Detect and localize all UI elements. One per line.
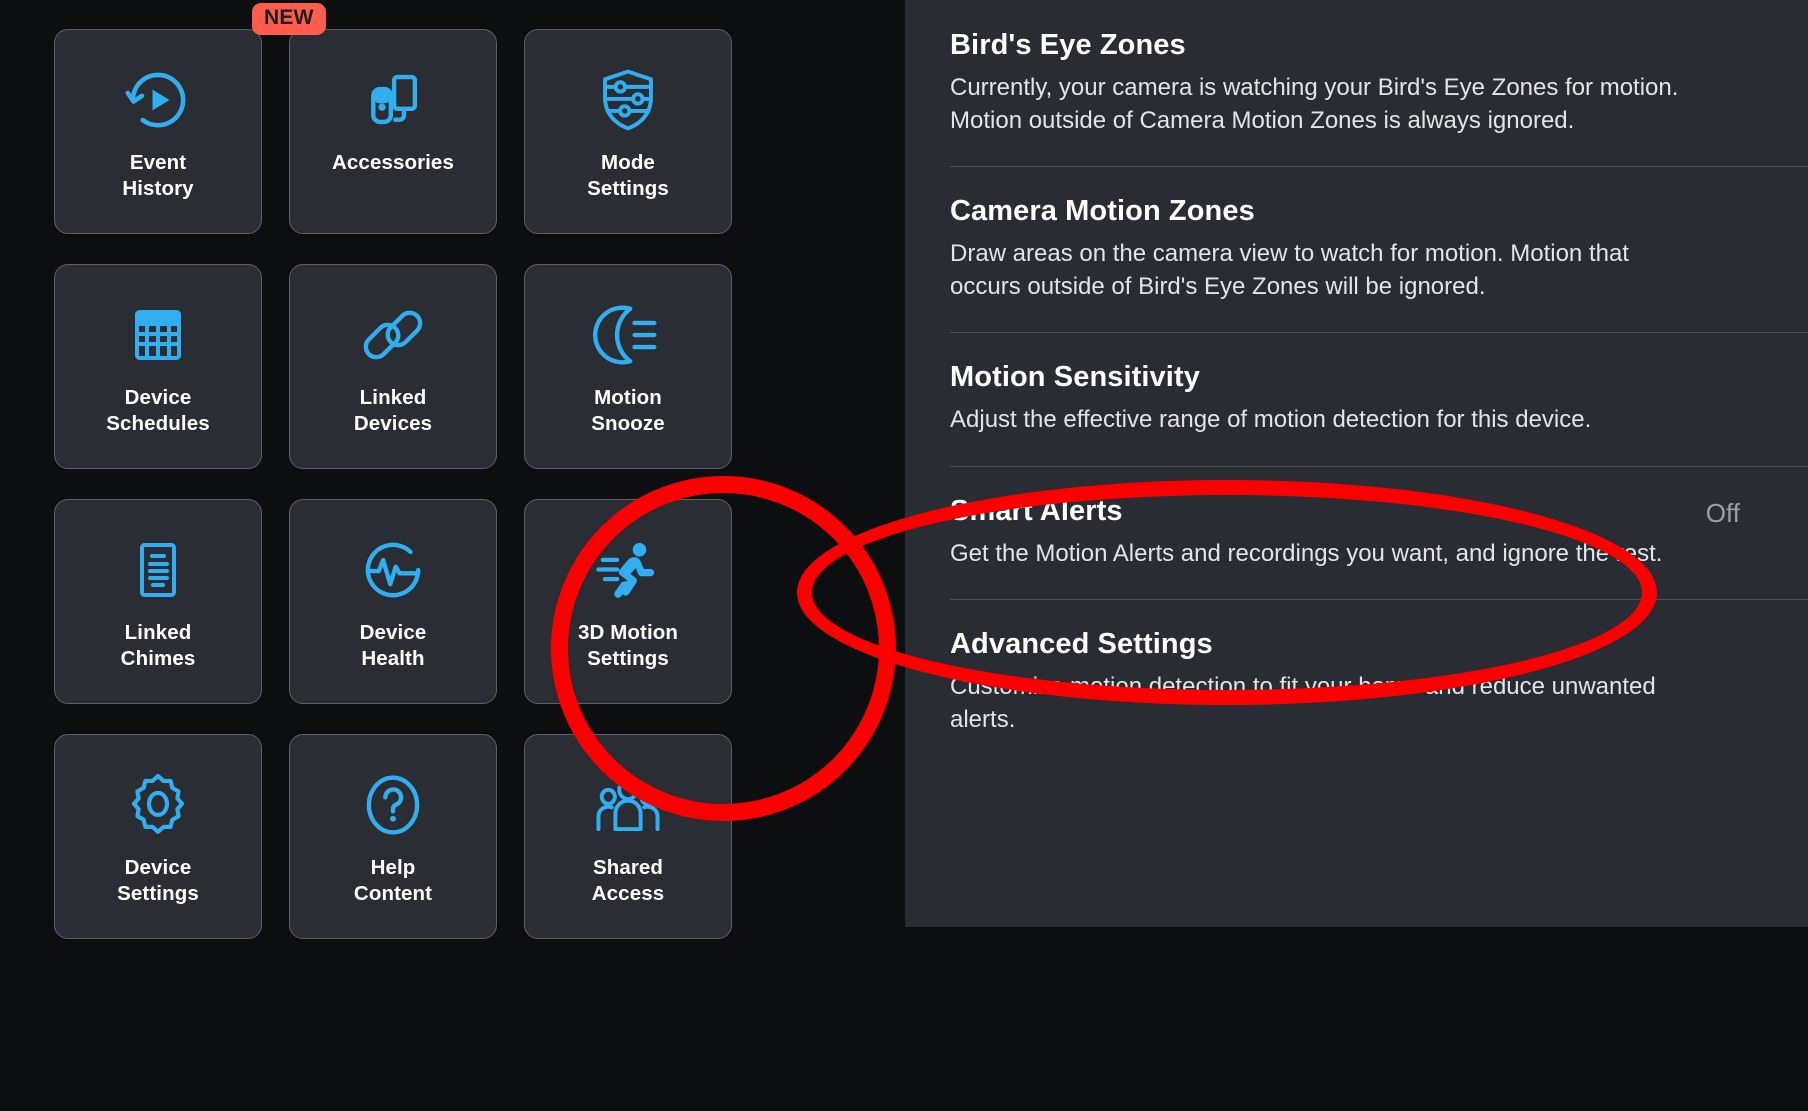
setting-row-content-advanced-settings: Advanced Settings Customize motion detect… [950, 599, 1808, 765]
setting-description-camera-motion-zones: Draw areas on the camera view to watch f… [950, 240, 1629, 301]
tile-motion-snooze[interactable]: Motion Snooze [524, 264, 732, 469]
history-replay-icon [122, 64, 194, 136]
heartbeat-circle-icon [357, 534, 429, 606]
setting-title-camera-motion-zones: Camera Motion Zones [950, 195, 1255, 228]
setting-description-motion-sensitivity: Adjust the effective range of motion det… [950, 406, 1592, 434]
shield-sliders-icon [592, 64, 664, 136]
tile-label-help-content: Help Content [353, 856, 433, 906]
setting-value-smart-alerts: Off [1705, 497, 1740, 528]
tile-wrapper-mode-settings: Mode Settings [524, 29, 732, 234]
setting-row-content-smart-alerts: Smart Alerts Get the Motion Alerts and re… [950, 466, 1808, 599]
setting-row-motion-sensitivity[interactable]: Motion Sensitivity Adjust the effective r… [905, 332, 1808, 465]
tile-label-mode-settings: Mode Settings [587, 151, 669, 201]
tile-wrapper-accessories: Accessories NEW [252, 3, 497, 234]
tile-wrapper-device-settings: Device Settings [54, 734, 262, 939]
tile-label-3d-motion-settings: 3D Motion Settings [578, 621, 678, 671]
tile-label-linked-devices: Linked Devices [353, 386, 433, 436]
setting-row-camera-motion-zones[interactable]: Camera Motion Zones Draw areas on the cam… [905, 166, 1808, 332]
setting-title-advanced-settings: Advanced Settings [950, 627, 1213, 660]
setting-row-content-camera-motion-zones: Camera Motion Zones Draw areas on the cam… [950, 166, 1808, 332]
tile-label-device-schedules: Device Schedules [106, 386, 210, 436]
tile-label-accessories: Accessories [332, 151, 454, 174]
tile-3d-motion-settings[interactable]: 3D Motion Settings [524, 499, 732, 704]
tile-label-device-settings: Device Settings [117, 856, 199, 906]
tile-device-schedules[interactable]: Device Schedules [54, 264, 262, 469]
tile-shared-access[interactable]: Shared Access [524, 734, 732, 939]
question-mark-icon [357, 769, 429, 841]
setting-description-smart-alerts: Get the Motion Alerts and recordings you… [950, 539, 1663, 567]
tile-wrapper-event-history: Event History [54, 29, 262, 234]
setting-row-birds-eye-zones[interactable]: Bird's Eye Zones Currently, your camera i… [905, 0, 1808, 166]
tile-device-settings[interactable]: Device Settings [54, 734, 262, 939]
gear-icon [122, 769, 194, 841]
setting-row-smart-alerts[interactable]: Smart Alerts Get the Motion Alerts and re… [905, 465, 1808, 599]
tile-label-event-history: Event History [122, 151, 194, 201]
tile-wrapper-motion-snooze: Motion Snooze [524, 264, 732, 469]
setting-row-content-birds-eye-zones: Bird's Eye Zones Currently, your camera i… [950, 0, 1808, 166]
chain-link-icon [357, 299, 429, 371]
tile-help-content[interactable]: Help Content [289, 734, 497, 939]
tile-wrapper-device-health: Device Health [289, 499, 497, 704]
moon-snooze-icon [592, 299, 664, 371]
device-settings-tile-grid: Event History Accessories NEW Mode Settings… [0, 0, 790, 1111]
tile-wrapper-help-content: Help Content [289, 734, 497, 939]
people-group-icon [592, 769, 664, 841]
accessories-icon [357, 64, 429, 136]
setting-row-advanced-settings[interactable]: Advanced Settings Customize motion detect… [905, 598, 1808, 765]
calendar-icon [122, 299, 194, 371]
tile-device-health[interactable]: Device Health [289, 499, 497, 704]
tile-label-motion-snooze: Motion Snooze [591, 386, 665, 436]
tile-linked-devices[interactable]: Linked Devices [289, 264, 497, 469]
setting-description-birds-eye-zones: Currently, your camera is watching your … [950, 74, 1679, 135]
running-person-icon [592, 534, 664, 606]
tile-linked-chimes[interactable]: Linked Chimes [54, 499, 262, 704]
tile-wrapper-shared-access: Shared Access [524, 734, 732, 939]
setting-description-advanced-settings: Customize motion detection to fit your h… [950, 672, 1656, 733]
document-lines-icon [122, 534, 194, 606]
setting-row-content-motion-sensitivity: Motion Sensitivity Adjust the effective r… [950, 332, 1808, 465]
tile-accessories[interactable]: Accessories [289, 29, 497, 234]
setting-title-motion-sensitivity: Motion Sensitivity [950, 361, 1200, 394]
tile-wrapper-linked-chimes: Linked Chimes [54, 499, 262, 704]
tile-event-history[interactable]: Event History [54, 29, 262, 234]
tile-mode-settings[interactable]: Mode Settings [524, 29, 732, 234]
tile-wrapper-linked-devices: Linked Devices [289, 264, 497, 469]
setting-title-smart-alerts: Smart Alerts [950, 494, 1123, 527]
tile-label-linked-chimes: Linked Chimes [120, 621, 196, 671]
setting-title-birds-eye-zones: Bird's Eye Zones [950, 29, 1186, 61]
new-badge-accessories: NEW [252, 3, 326, 36]
motion-settings-list: Bird's Eye Zones Currently, your camera i… [905, 0, 1808, 927]
tile-label-device-health: Device Health [359, 621, 427, 671]
tile-wrapper-device-schedules: Device Schedules [54, 264, 262, 469]
tile-wrapper-3d-motion-settings: 3D Motion Settings [524, 499, 732, 704]
tile-label-shared-access: Shared Access [591, 856, 665, 906]
